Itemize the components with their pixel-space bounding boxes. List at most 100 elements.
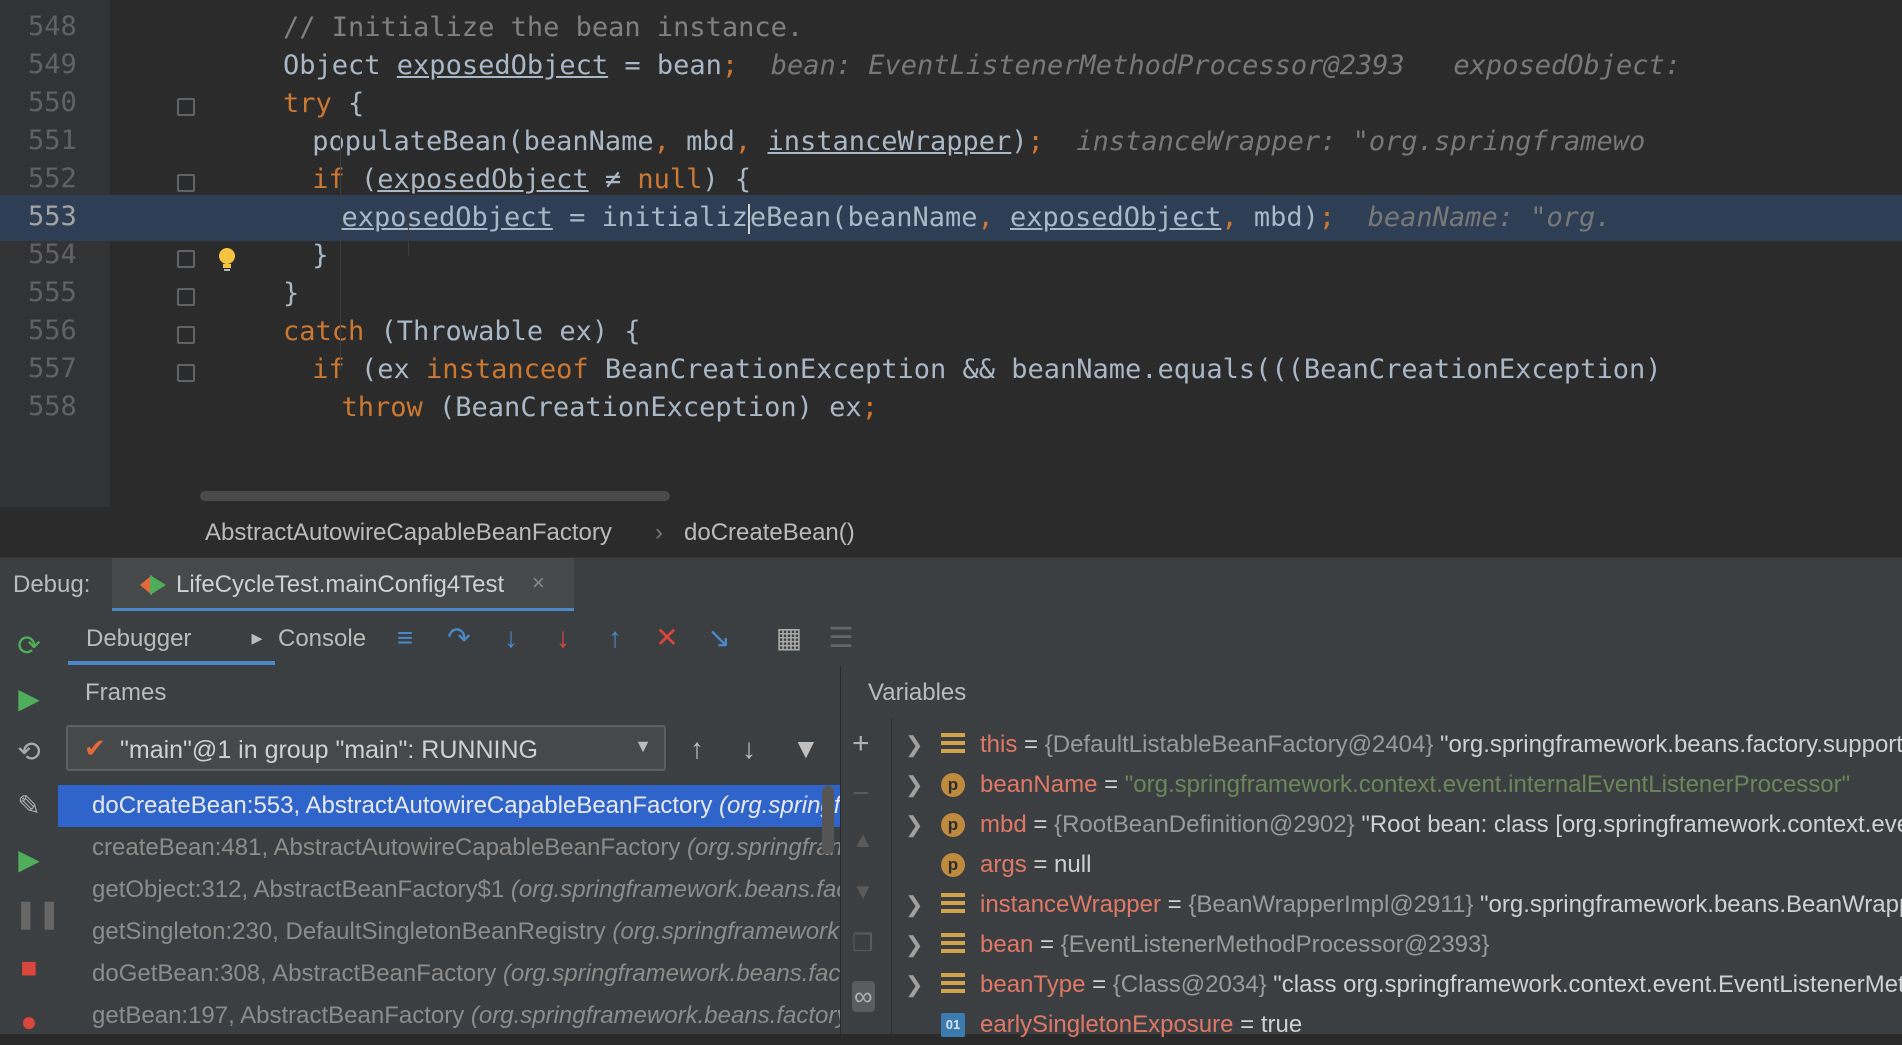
tab-debugger[interactable]: Debugger [86,625,191,653]
frame-item[interactable]: getObject:312, AbstractBeanFactory$1 (or… [58,869,840,911]
variable-value: "Root bean: class [org.springframework.c… [1361,811,1902,838]
frame-package: (org.springframework.beans.factory.suppo… [470,1002,840,1029]
code-token: (ex [344,354,427,385]
fold-marker-icon[interactable] [177,174,195,192]
frames-title: Frames [85,679,167,706]
rerun-icon[interactable]: ⟳ [14,631,44,661]
variable-name: this [980,731,1018,758]
debugger-tabs-toolbar: Debugger ▸ Console ≡ ↷ ↓ ↓ ↑ ✕ ↘ ▦ ☰ [58,611,1902,666]
code-token: exposedObject [1010,202,1222,233]
arrow-down-icon[interactable]: ↓ [742,733,756,765]
variable-row[interactable]: ❯ p beanName = "org.springframework.contex… [891,765,1902,805]
line-number: 548 [28,11,77,42]
add-watch-icon[interactable]: + [852,727,870,761]
line-number: 553 [28,201,77,232]
variable-name: beanName [980,771,1098,798]
code-token: } [283,278,300,309]
watches-glasses-icon[interactable]: ∞ [852,981,875,1012]
variable-reference: {BeanWrapperImpl@2911} [1188,891,1474,918]
editor-horizontal-scrollbar[interactable] [200,491,670,501]
variable-row[interactable]: 01 earlySingletonExposure = true [891,1005,1902,1045]
chevron-right-icon[interactable]: ❯ [905,805,923,845]
chevron-right-icon[interactable]: ❯ [905,765,923,805]
line-number: 555 [28,277,77,308]
code-editor[interactable]: // Initialize the bean instance. Object e… [0,0,1902,507]
variable-row[interactable]: ❯ beanType = {Class@2034} "class org.spri… [891,965,1902,1005]
code-token: mbd [686,126,735,157]
variable-row[interactable]: p args = null [891,845,1902,885]
code-token: , [977,202,1010,233]
wrench-icon[interactable]: ✎ [14,791,44,821]
copy-icon[interactable]: ❐ [852,929,874,958]
drop-frame-icon[interactable]: ✕ [650,621,684,655]
field-icon [941,733,965,757]
code-token: ; [1318,202,1336,233]
frames-scrollbar[interactable] [822,786,834,854]
step-out-icon[interactable]: ↑ [598,621,632,655]
frames-panel: Frames ✔ "main"@1 in group "main": RUNNI… [58,665,841,1034]
chevron-right-icon[interactable]: ❯ [905,925,923,965]
filter-icon[interactable]: ▼ [792,733,820,765]
variable-row[interactable]: ❯ bean = {EventListenerMethodProcessor@23… [891,925,1902,965]
evaluate-expression-icon[interactable]: ▦ [772,621,806,655]
frame-item[interactable]: getSingleton:230, DefaultSingletonBeanRe… [58,911,840,953]
frame-item[interactable]: doGetBean:308, AbstractBeanFactory (org.… [58,953,840,995]
variable-row[interactable]: ❯ this = {DefaultListableBeanFactory@2404… [891,725,1902,765]
force-step-into-icon[interactable]: ↓ [546,621,580,655]
rerun-failed-icon[interactable]: ▶ [14,684,44,714]
show-execution-point-icon[interactable]: ≡ [388,621,422,655]
pause-icon[interactable]: ❚❚ [14,899,61,929]
frame-item[interactable]: createBean:481, AbstractAutowireCapableB… [58,827,840,869]
run-to-cursor-icon[interactable]: ↘ [702,621,736,655]
fold-marker-icon[interactable] [177,326,195,344]
frame-item[interactable]: getBean:197, AbstractBeanFactory (org.sp… [58,995,840,1037]
run-configuration-tab[interactable]: LifeCycleTest.mainConfig4Test × [112,558,574,612]
step-over-icon[interactable]: ↷ [442,621,476,655]
fold-marker-icon[interactable] [177,364,195,382]
code-token: exposedObject [396,50,609,81]
lightbulb-icon[interactable] [217,247,237,273]
restore-layout-icon[interactable]: ⟲ [14,737,44,767]
fold-marker-icon[interactable] [177,288,195,306]
line-number: 556 [28,315,77,346]
tab-console[interactable]: Console [278,625,366,653]
fold-marker-icon[interactable] [177,98,195,116]
breadcrumb-method[interactable]: doCreateBean() [684,519,855,547]
code-token: (BeanCreationException) ex [422,392,862,423]
equals-sign: = [1085,971,1113,998]
variable-row[interactable]: ❯ p mbd = {RootBeanDefinition@2902} "Root … [891,805,1902,845]
remove-watch-icon[interactable]: − [852,777,870,811]
variable-row[interactable]: ❯ instanceWrapper = {BeanWrapperImpl@2911… [891,885,1902,925]
view-breakpoints-icon[interactable]: ● [14,1007,44,1037]
move-down-icon[interactable]: ▼ [852,879,874,905]
breadcrumb-separator: › [655,519,663,546]
inline-debug-value: instanceWrapper: "org.springframewo [1043,126,1646,157]
thread-selector[interactable]: ✔ "main"@1 in group "main": RUNNING ▼ [66,725,666,771]
variable-name: args [980,851,1027,878]
trace-stream-icon[interactable]: ☰ [824,621,858,655]
line-number: 558 [28,391,77,422]
resume-icon[interactable]: ▶ [14,845,44,875]
parameter-icon: p [941,853,965,877]
line-number: 550 [28,87,77,118]
code-token: populateBean(beanName [312,126,654,157]
debug-config-icon [140,575,166,595]
variable-value: "org.springframework.beans.factory.suppo… [1440,731,1902,758]
field-icon [941,933,965,957]
chevron-right-icon[interactable]: ❯ [905,965,923,1005]
step-into-icon[interactable]: ↓ [494,621,528,655]
breadcrumb: AbstractAutowireCapableBeanFactory › doC… [0,507,1902,557]
close-tab-icon[interactable]: × [532,570,545,596]
frame-package: (org.springframework.beans.factory.suppo… [612,918,840,945]
move-up-icon[interactable]: ▲ [852,827,874,853]
arrow-up-icon[interactable]: ↑ [690,733,704,765]
stop-icon[interactable]: ■ [14,953,44,983]
breadcrumb-class[interactable]: AbstractAutowireCapableBeanFactory [205,519,612,547]
chevron-right-icon[interactable]: ❯ [905,725,923,765]
frame-item[interactable]: doCreateBean:553, AbstractAutowireCapabl… [58,785,840,827]
fold-marker-icon[interactable] [177,250,195,268]
chevron-right-icon[interactable]: ❯ [905,885,923,925]
code-line[interactable]: throw (BeanCreationException) ex; [0,385,1902,431]
variables-title: Variables [868,679,967,706]
debug-side-toolbar: ⟳ ▶ ⟲ ✎ ▶ ❚❚ ■ ● [0,611,61,1037]
